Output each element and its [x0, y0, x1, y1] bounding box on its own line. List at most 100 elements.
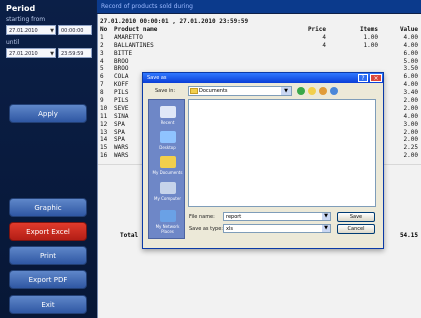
row-no: 10	[100, 104, 108, 112]
row-items: 1.00	[363, 33, 378, 41]
row-price: 4	[322, 41, 326, 49]
row-value: 4.00	[403, 112, 418, 120]
row-value: 6.00	[403, 73, 418, 81]
row-value: 2.00	[403, 104, 418, 112]
place-desktop-label: Desktop	[159, 145, 176, 150]
row-value: 2.00	[403, 128, 418, 136]
up-folder-icon[interactable]	[308, 87, 316, 95]
row-no: 7	[100, 81, 104, 89]
save-button[interactable]: Save	[337, 212, 375, 222]
report-header: Record of products sold during	[97, 0, 421, 13]
row-value: 2.25	[403, 144, 418, 152]
row-no: 3	[100, 49, 104, 57]
place-documents-label: My Documents	[152, 170, 183, 175]
period-label: Period	[6, 4, 36, 13]
row-product: AMARETTO	[114, 33, 143, 41]
row-no: 9	[100, 97, 104, 105]
row-value: 4.00	[403, 33, 418, 41]
documents-icon	[159, 156, 176, 168]
app-window: Period starting from 27.01.2010 00:00:00…	[0, 0, 421, 318]
col-value: Value	[399, 26, 418, 33]
file-name-label: File name:	[189, 214, 215, 220]
starting-from-label: starting from	[6, 16, 46, 23]
place-documents[interactable]: My Documents	[149, 156, 186, 175]
place-network[interactable]: My Network Places	[149, 210, 186, 234]
apply-button[interactable]: Apply	[9, 104, 87, 123]
col-no: No	[100, 26, 108, 33]
row-product: BITTE	[114, 49, 133, 57]
row-value: 2.00	[403, 97, 418, 105]
file-type-value: xls	[226, 226, 233, 232]
sidebar: Period starting from 27.01.2010 00:00:00…	[0, 0, 96, 318]
save-as-dialog: Save as ? × Save in: Documents ▼ Recent …	[142, 72, 384, 249]
views-icon[interactable]	[330, 87, 338, 95]
row-no: 14	[100, 136, 108, 144]
help-icon[interactable]: ?	[358, 74, 368, 82]
dialog-title: Save as	[147, 75, 167, 81]
file-name-value: report	[226, 214, 242, 220]
back-icon[interactable]	[297, 87, 305, 95]
row-value: 3.40	[403, 89, 418, 97]
folder-icon	[190, 88, 198, 94]
table-header-row: No Product name Price Items Value	[100, 26, 420, 34]
table-row: 3 BITTE 6.00	[100, 50, 420, 58]
row-value: 3.50	[403, 65, 418, 73]
row-no: 8	[100, 89, 104, 97]
graphic-button[interactable]: Graphic	[9, 198, 87, 217]
row-no: 15	[100, 144, 108, 152]
table-row: 1 AMARETTO 4 1.00 4.00	[100, 34, 420, 42]
chevron-down-icon: ▼	[322, 225, 330, 232]
chevron-down-icon: ▼	[322, 213, 330, 220]
new-folder-icon[interactable]	[319, 87, 327, 95]
place-recent[interactable]: Recent	[149, 106, 186, 125]
place-computer[interactable]: My Computer	[149, 182, 186, 201]
row-value: 2.00	[403, 136, 418, 144]
file-name-input[interactable]: report ▼	[223, 212, 331, 221]
until-label: until	[6, 39, 20, 46]
row-no: 16	[100, 152, 108, 160]
dialog-titlebar: Save as ? ×	[143, 73, 383, 83]
print-button[interactable]: Print	[9, 246, 87, 265]
file-type-label: Save as type:	[189, 226, 223, 232]
row-value: 4.00	[403, 41, 418, 49]
cancel-button[interactable]: Cancel	[337, 224, 375, 234]
until-date-picker[interactable]: 27.01.2010	[6, 48, 56, 59]
from-date-picker[interactable]: 27.01.2010	[6, 25, 56, 36]
until-datetime: 27.01.2010 23:59:59	[6, 48, 92, 59]
row-no: 13	[100, 128, 108, 136]
row-no: 1	[100, 33, 104, 41]
report-range: 27.01.2010 00:00:01 , 27.01.2010 23:59:5…	[100, 18, 249, 25]
row-no: 4	[100, 57, 104, 65]
table-row: 4 BROO 5.00	[100, 58, 420, 66]
place-network-label: My Network Places	[155, 224, 180, 234]
row-value: 3.00	[403, 120, 418, 128]
export-pdf-button[interactable]: Export PDF	[9, 270, 87, 289]
export-excel-button[interactable]: Export Excel	[9, 222, 87, 241]
row-no: 12	[100, 120, 108, 128]
total-label: Total	[120, 232, 139, 239]
chevron-down-icon: ▼	[281, 87, 291, 95]
row-items: 1.00	[363, 41, 378, 49]
row-value: 6.00	[403, 49, 418, 57]
table-row: 2 BALLANTINES 4 1.00 4.00	[100, 42, 420, 50]
from-time-field[interactable]: 00:00:00	[58, 25, 92, 35]
close-icon[interactable]: ×	[370, 74, 382, 82]
row-value: 4.00	[403, 81, 418, 89]
place-computer-label: My Computer	[154, 196, 181, 201]
file-type-select[interactable]: xls ▼	[223, 224, 331, 233]
row-value: 2.00	[403, 152, 418, 160]
col-product: Product name	[114, 26, 158, 33]
total-value: 54.15	[399, 232, 418, 239]
recent-icon	[159, 106, 176, 118]
places-bar: Recent Desktop My Documents My Computer …	[148, 99, 185, 239]
exit-button[interactable]: Exit	[9, 295, 87, 314]
place-desktop[interactable]: Desktop	[149, 131, 186, 150]
until-time-field[interactable]: 23:59:59	[58, 48, 92, 58]
row-no: 6	[100, 73, 104, 81]
network-icon	[159, 210, 176, 222]
file-list[interactable]	[188, 99, 376, 207]
row-no: 2	[100, 41, 104, 49]
computer-icon	[159, 182, 176, 194]
save-in-dropdown[interactable]: Documents ▼	[188, 86, 292, 96]
place-recent-label: Recent	[160, 120, 175, 125]
